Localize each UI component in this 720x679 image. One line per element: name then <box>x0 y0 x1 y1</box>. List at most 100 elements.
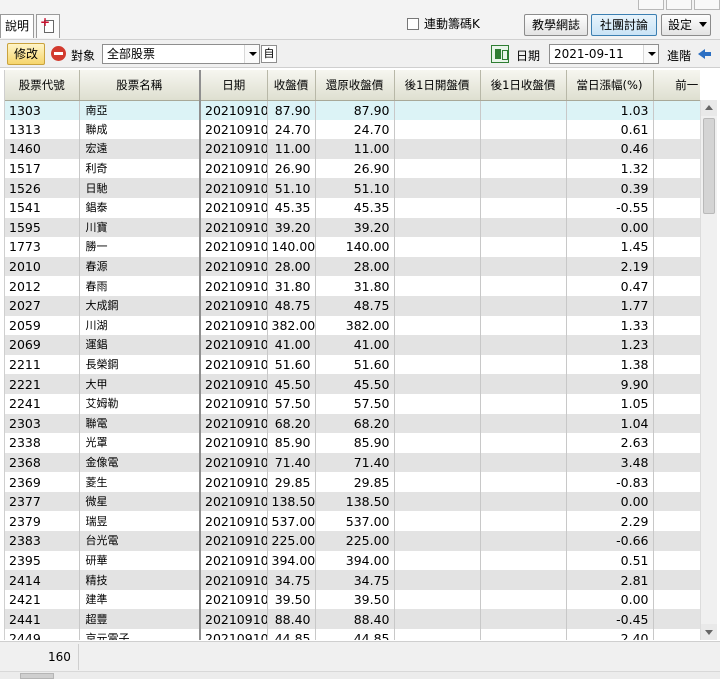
scroll-thumb[interactable] <box>703 118 715 214</box>
table-cell <box>394 609 481 630</box>
teaching-blog-button[interactable]: 教學網誌 <box>524 14 588 36</box>
edit-button[interactable]: 修改 <box>7 43 45 65</box>
remove-icon[interactable] <box>51 46 66 61</box>
horizontal-scroll-thumb[interactable] <box>20 673 54 679</box>
table-row[interactable]: 1541 錩泰 20210910 45.35 45.35 -0.55 <box>5 197 700 218</box>
table-row[interactable]: 2377 微星 20210910 138.50 138.50 0.00 <box>5 491 700 512</box>
link-chip-toggle[interactable]: 連動籌碼K <box>407 15 480 32</box>
table-cell: 2221 <box>5 374 80 394</box>
table-row[interactable]: 2441 超豐 20210910 88.40 88.40 -0.45 <box>5 609 700 630</box>
table-cell <box>653 354 700 375</box>
table-cell <box>480 276 567 296</box>
table-cell: 31.80 <box>315 276 395 296</box>
maximize-button[interactable] <box>666 0 692 10</box>
table-row[interactable]: 2303 聯電 20210910 68.20 68.20 1.04 <box>5 413 700 434</box>
custom-target-button[interactable]: 自 <box>261 45 277 63</box>
table-cell <box>653 256 700 277</box>
table-cell: 2.40 <box>566 629 654 640</box>
table-cell: 2211 <box>5 354 80 375</box>
target-value: 全部股票 <box>107 47 156 61</box>
table-row[interactable]: 1773 勝一 20210910 140.00 140.00 1.45 <box>5 237 700 257</box>
target-select[interactable]: 全部股票 <box>102 44 260 64</box>
table-row[interactable]: 1303 南亞 20210910 87.90 87.90 1.03 <box>5 100 700 120</box>
table-row[interactable]: 1526 日馳 20210910 51.10 51.10 0.39 <box>5 178 700 198</box>
plus-icon: + <box>40 15 51 29</box>
scroll-up-icon[interactable] <box>701 100 717 116</box>
table-cell: 57.50 <box>315 393 395 414</box>
table-cell: 41.00 <box>315 335 395 355</box>
table-row[interactable]: 2012 春雨 20210910 31.80 31.80 0.47 <box>5 276 700 296</box>
link-chip-checkbox[interactable] <box>407 17 419 30</box>
table-row[interactable]: 2395 研華 20210910 394.00 394.00 0.51 <box>5 550 700 571</box>
table-cell <box>480 178 567 198</box>
column-header[interactable]: 股票名稱 <box>79 70 201 101</box>
column-header[interactable]: 股票代號 <box>5 70 80 101</box>
table-cell <box>653 100 700 120</box>
close-window-button[interactable] <box>694 0 720 10</box>
column-header[interactable]: 收盤價 <box>267 70 316 101</box>
date-picker[interactable]: 2021-09-11 <box>549 44 659 64</box>
table-cell: 2368 <box>5 452 80 473</box>
table-cell: 44.85 <box>315 629 395 640</box>
table-row[interactable]: 1313 聯成 20210910 24.70 24.70 0.61 <box>5 119 700 140</box>
table-row[interactable]: 2069 運錩 20210910 41.00 41.00 1.23 <box>5 335 700 355</box>
table-cell: 39.50 <box>315 589 395 610</box>
table-cell <box>394 276 481 296</box>
table-row[interactable]: 2221 大甲 20210910 45.50 45.50 9.90 <box>5 374 700 394</box>
table-row[interactable]: 1517 利奇 20210910 26.90 26.90 1.32 <box>5 158 700 179</box>
table-cell <box>653 531 700 551</box>
vertical-scrollbar[interactable] <box>700 100 717 640</box>
table-row[interactable]: 1460 宏遠 20210910 11.00 11.00 0.46 <box>5 139 700 159</box>
excel-export-icon[interactable] <box>491 45 509 63</box>
table-cell <box>653 589 700 610</box>
table-cell: 45.35 <box>267 197 316 218</box>
horizontal-scrollbar[interactable] <box>0 671 720 679</box>
table-cell: 11.00 <box>267 139 316 159</box>
column-header[interactable]: 還原收盤價 <box>315 70 395 101</box>
column-header[interactable]: 後1日開盤價 <box>394 70 481 101</box>
table-cell: 0.39 <box>566 178 654 198</box>
table-row[interactable]: 2368 金像電 20210910 71.40 71.40 3.48 <box>5 452 700 473</box>
minimize-button[interactable] <box>638 0 664 10</box>
table-cell: 2441 <box>5 609 80 630</box>
advanced-label[interactable]: 進階 <box>667 47 691 64</box>
column-header[interactable]: 後1日收盤價 <box>480 70 567 101</box>
table-cell <box>653 413 700 434</box>
table-cell <box>394 119 481 140</box>
table-row[interactable]: 2414 精技 20210910 34.75 34.75 2.81 <box>5 570 700 590</box>
table-row[interactable]: 2010 春源 20210910 28.00 28.00 2.19 <box>5 256 700 277</box>
table-cell <box>480 511 567 532</box>
table-cell: 1517 <box>5 158 80 179</box>
table-cell <box>480 237 567 257</box>
community-discussion-button[interactable]: 社團討論 <box>591 14 657 36</box>
table-cell: 1313 <box>5 119 80 140</box>
table-row[interactable]: 2338 光罩 20210910 85.90 85.90 2.63 <box>5 433 700 453</box>
table-cell: 2421 <box>5 589 80 610</box>
table-row[interactable]: 2241 艾姆勒 20210910 57.50 57.50 1.05 <box>5 393 700 414</box>
table-cell: 宏遠 <box>79 139 201 159</box>
arrow-left-icon[interactable] <box>698 47 712 61</box>
table-row[interactable]: 2059 川湖 20210910 382.00 382.00 1.33 <box>5 315 700 336</box>
tab-help[interactable]: 說明 <box>0 14 34 38</box>
table-row[interactable]: 2421 建準 20210910 39.50 39.50 0.00 <box>5 589 700 610</box>
table-row[interactable]: 2379 瑞昱 20210910 537.00 537.00 2.29 <box>5 511 700 532</box>
new-tab-button[interactable]: + <box>36 14 60 38</box>
table-cell: 1.77 <box>566 295 654 316</box>
settings-dropdown-button[interactable]: 設定 <box>661 14 711 36</box>
column-header[interactable]: 前一日漲幅 <box>653 70 700 101</box>
table-row[interactable]: 2383 台光電 20210910 225.00 225.00 -0.66 <box>5 531 700 551</box>
table-cell: 394.00 <box>267 550 316 571</box>
table-cell: 26.90 <box>267 158 316 179</box>
table-row[interactable]: 2211 長榮鋼 20210910 51.60 51.60 1.38 <box>5 354 700 375</box>
table-cell <box>653 139 700 159</box>
table-cell: 20210910 <box>200 570 268 590</box>
table-cell: 1595 <box>5 217 80 238</box>
table-row[interactable]: 1595 川寶 20210910 39.20 39.20 0.00 <box>5 217 700 238</box>
table-row[interactable]: 2449 京元電子 20210910 44.85 44.85 2.40 <box>5 629 700 640</box>
column-header[interactable]: 當日漲幅(%) <box>566 70 654 101</box>
table-row[interactable]: 2369 菱生 20210910 29.85 29.85 -0.83 <box>5 472 700 492</box>
column-header[interactable]: 日期 <box>200 70 268 101</box>
table-row[interactable]: 2027 大成鋼 20210910 48.75 48.75 1.77 <box>5 295 700 316</box>
table-cell: 48.75 <box>267 295 316 316</box>
scroll-down-icon[interactable] <box>701 624 717 640</box>
